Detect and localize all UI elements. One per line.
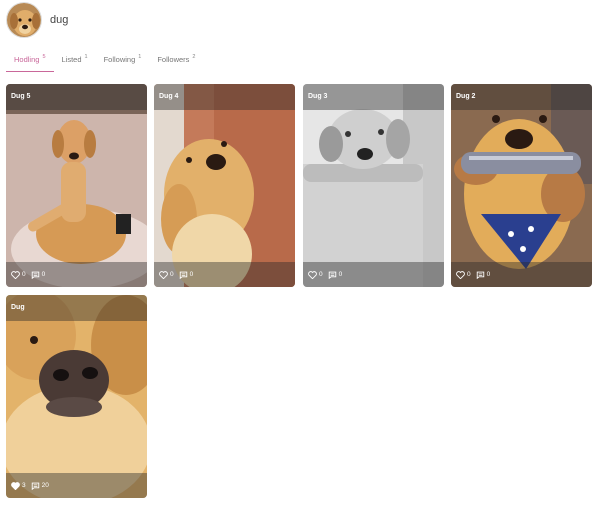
dog-photo (6, 295, 147, 498)
dog-photo (303, 84, 444, 287)
tab-count: 2 (192, 54, 196, 60)
tab-hodling[interactable]: Hodling 5 (6, 50, 54, 72)
heart-icon (456, 270, 465, 279)
like-count: 0 (170, 271, 174, 278)
comment-icon (31, 271, 39, 279)
tab-followers[interactable]: Followers 2 (149, 50, 203, 72)
heart-icon (11, 270, 20, 279)
like-count: 0 (467, 271, 471, 278)
comment-count: 0 (486, 271, 491, 278)
nft-card[interactable]: Dug 4 0 0 (154, 84, 295, 287)
comment-stat[interactable]: 0 (179, 271, 194, 279)
dog-photo (451, 84, 592, 287)
comment-count: 0 (189, 271, 194, 278)
tab-following[interactable]: Following 1 (96, 50, 150, 72)
like-count: 3 (22, 482, 26, 489)
dog-photo (154, 84, 295, 287)
like-stat[interactable]: 3 (11, 481, 26, 490)
card-title: Dug 4 (159, 93, 179, 100)
like-stat[interactable]: 0 (11, 270, 26, 279)
card-stats: 0 0 (303, 262, 444, 287)
comment-stat[interactable]: 20 (31, 482, 49, 490)
like-stat[interactable]: 0 (456, 270, 471, 279)
comment-stat[interactable]: 0 (328, 271, 343, 279)
comment-icon (328, 271, 336, 279)
like-stat[interactable]: 0 (308, 270, 323, 279)
tab-label: Hodling (14, 55, 40, 64)
tab-count: 1 (138, 54, 142, 60)
like-count: 0 (319, 271, 323, 278)
comment-icon (31, 482, 39, 490)
dog-photo (6, 84, 147, 287)
card-stats: 3 20 (6, 473, 147, 498)
comment-icon (179, 271, 187, 279)
heart-icon (308, 270, 317, 279)
tab-label: Followers (157, 55, 190, 64)
like-stat[interactable]: 0 (159, 270, 174, 279)
nft-card[interactable]: Dug 3 20 (6, 295, 147, 498)
card-title: Dug (11, 304, 25, 311)
comment-stat[interactable]: 0 (31, 271, 46, 279)
card-stats: 0 0 (451, 262, 592, 287)
comment-count: 20 (41, 482, 49, 489)
comment-stat[interactable]: 0 (476, 271, 491, 279)
card-title: Dug 3 (308, 93, 328, 100)
nft-card[interactable]: Dug 2 0 0 (451, 84, 592, 287)
tab-label: Following (103, 55, 136, 64)
comment-count: 0 (338, 271, 343, 278)
nft-card[interactable]: Dug 5 0 0 (6, 84, 147, 287)
card-stats: 0 0 (6, 262, 147, 287)
tab-count: 1 (84, 54, 88, 60)
profile-tabs: Hodling 5 Listed 1 Following 1 Followers 2 (6, 50, 203, 72)
tab-count: 5 (42, 54, 46, 60)
username: dug (50, 14, 69, 26)
avatar[interactable] (6, 2, 42, 38)
comment-icon (476, 271, 484, 279)
comment-count: 0 (41, 271, 46, 278)
profile-header: dug (6, 2, 68, 38)
heart-icon (159, 270, 168, 279)
avatar-dog-image (7, 3, 41, 37)
like-count: 0 (22, 271, 26, 278)
card-stats: 0 0 (154, 262, 295, 287)
tab-listed[interactable]: Listed 1 (54, 50, 96, 72)
nft-card[interactable]: Dug 3 0 0 (303, 84, 444, 287)
tab-label: Listed (61, 55, 82, 64)
card-title-bar (6, 295, 147, 321)
heart-icon (11, 481, 20, 490)
card-title: Dug 2 (456, 93, 476, 100)
card-title: Dug 5 (11, 93, 31, 100)
